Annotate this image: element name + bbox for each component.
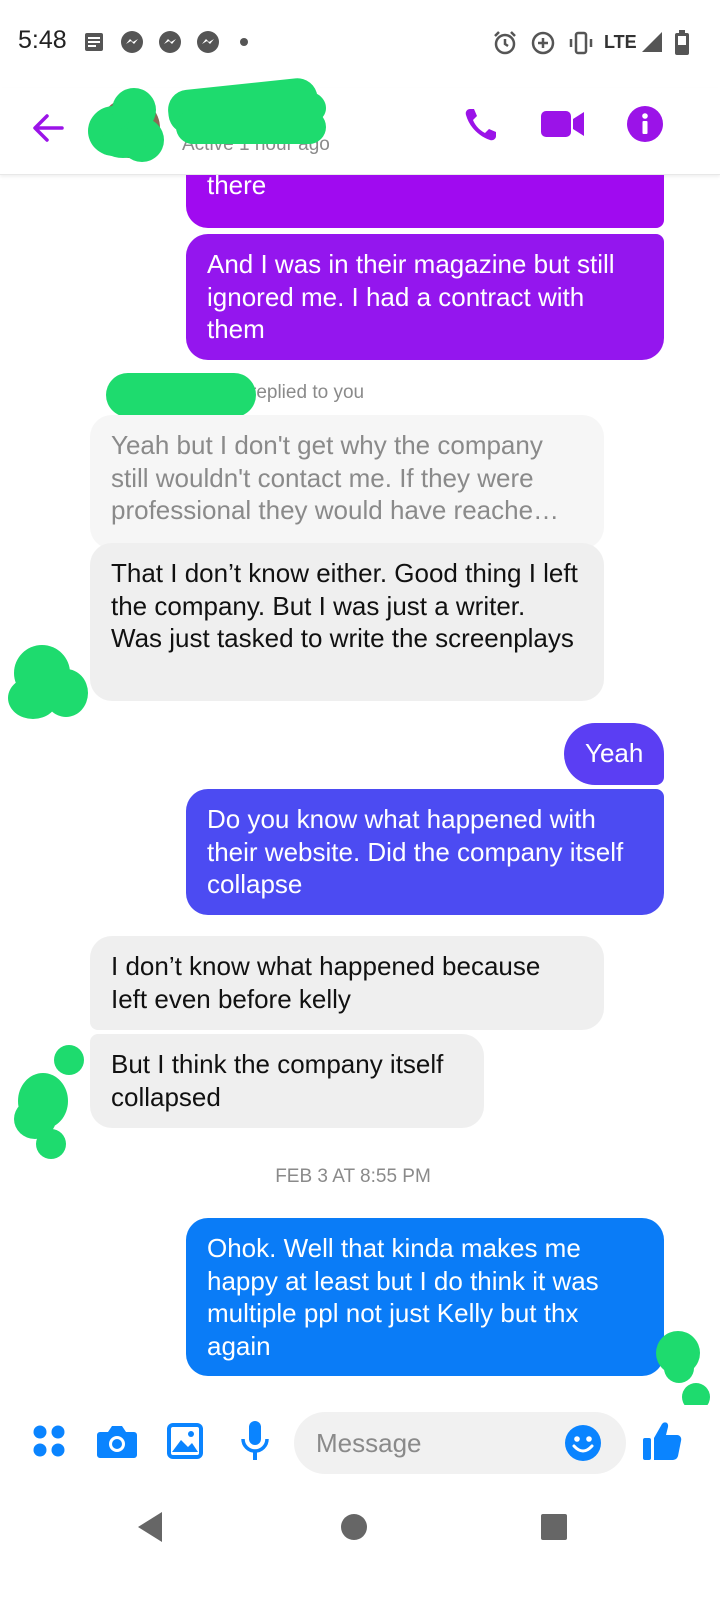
date-separator: FEB 3 AT 8:55 PM xyxy=(275,1166,431,1187)
back-arrow-icon[interactable] xyxy=(30,110,66,146)
recents-icon[interactable] xyxy=(540,1513,568,1541)
redaction-mark xyxy=(54,1045,84,1075)
message-bubble-incoming[interactable]: That I don’t know either. Good thing I l… xyxy=(90,543,604,701)
back-icon[interactable] xyxy=(134,1510,166,1544)
data-saver-icon xyxy=(531,31,555,55)
signal-icon xyxy=(642,32,662,52)
network-type: LTE xyxy=(604,32,637,52)
thumbs-up-icon[interactable] xyxy=(642,1420,682,1462)
messenger-icon xyxy=(159,31,181,53)
status-time: 5:48 xyxy=(18,26,67,54)
gallery-icon[interactable] xyxy=(166,1422,204,1460)
messenger-icon xyxy=(197,31,219,53)
camera-icon[interactable] xyxy=(96,1422,138,1460)
vibrate-icon xyxy=(569,31,593,55)
status-bar: 5:48 LTE xyxy=(0,0,720,88)
message-bubble-outgoing[interactable]: Ohok. Well that kinda makes me happy at … xyxy=(186,1218,664,1376)
info-icon[interactable] xyxy=(626,105,664,143)
video-icon[interactable] xyxy=(540,108,586,140)
message-bubble-outgoing[interactable]: Yeah xyxy=(564,723,664,785)
dot-icon xyxy=(240,38,248,46)
system-nav-bar xyxy=(0,1490,720,1600)
chat-header: Active 1 hour ago xyxy=(0,76,720,175)
quoted-message[interactable]: Yeah but I don't get why the company sti… xyxy=(90,415,604,549)
redaction-mark xyxy=(44,669,88,717)
message-bubble-outgoing[interactable]: 300 business number they knew me there xyxy=(186,175,664,228)
message-bubble-outgoing[interactable]: Do you know what happened with their web… xyxy=(186,789,664,915)
redaction-mark xyxy=(36,1129,66,1159)
battery-icon xyxy=(675,30,689,55)
redaction-mark xyxy=(280,90,326,126)
menu-dots-icon[interactable] xyxy=(32,1424,66,1458)
reply-indicator: replied to you xyxy=(250,382,365,403)
microphone-icon[interactable] xyxy=(240,1420,270,1462)
message-bubble-incoming[interactable]: But I think the company itself collapsed xyxy=(90,1034,484,1128)
message-bubble-incoming[interactable]: I don’t know what happened because Ieft … xyxy=(90,936,604,1030)
redaction-mark xyxy=(682,1383,710,1405)
emoji-icon[interactable] xyxy=(564,1424,602,1462)
alarm-icon xyxy=(494,31,516,55)
messenger-icon xyxy=(121,31,143,53)
redaction-mark xyxy=(100,128,146,158)
home-icon[interactable] xyxy=(340,1513,368,1541)
message-list: 300 business number they knew me there A… xyxy=(0,175,720,1405)
redaction-mark xyxy=(664,1353,694,1383)
message-bubble-outgoing[interactable]: And I was in their magazine but still ig… xyxy=(186,234,664,360)
redaction-mark xyxy=(106,373,256,417)
phone-icon[interactable] xyxy=(462,106,500,144)
notes-icon xyxy=(85,33,103,51)
